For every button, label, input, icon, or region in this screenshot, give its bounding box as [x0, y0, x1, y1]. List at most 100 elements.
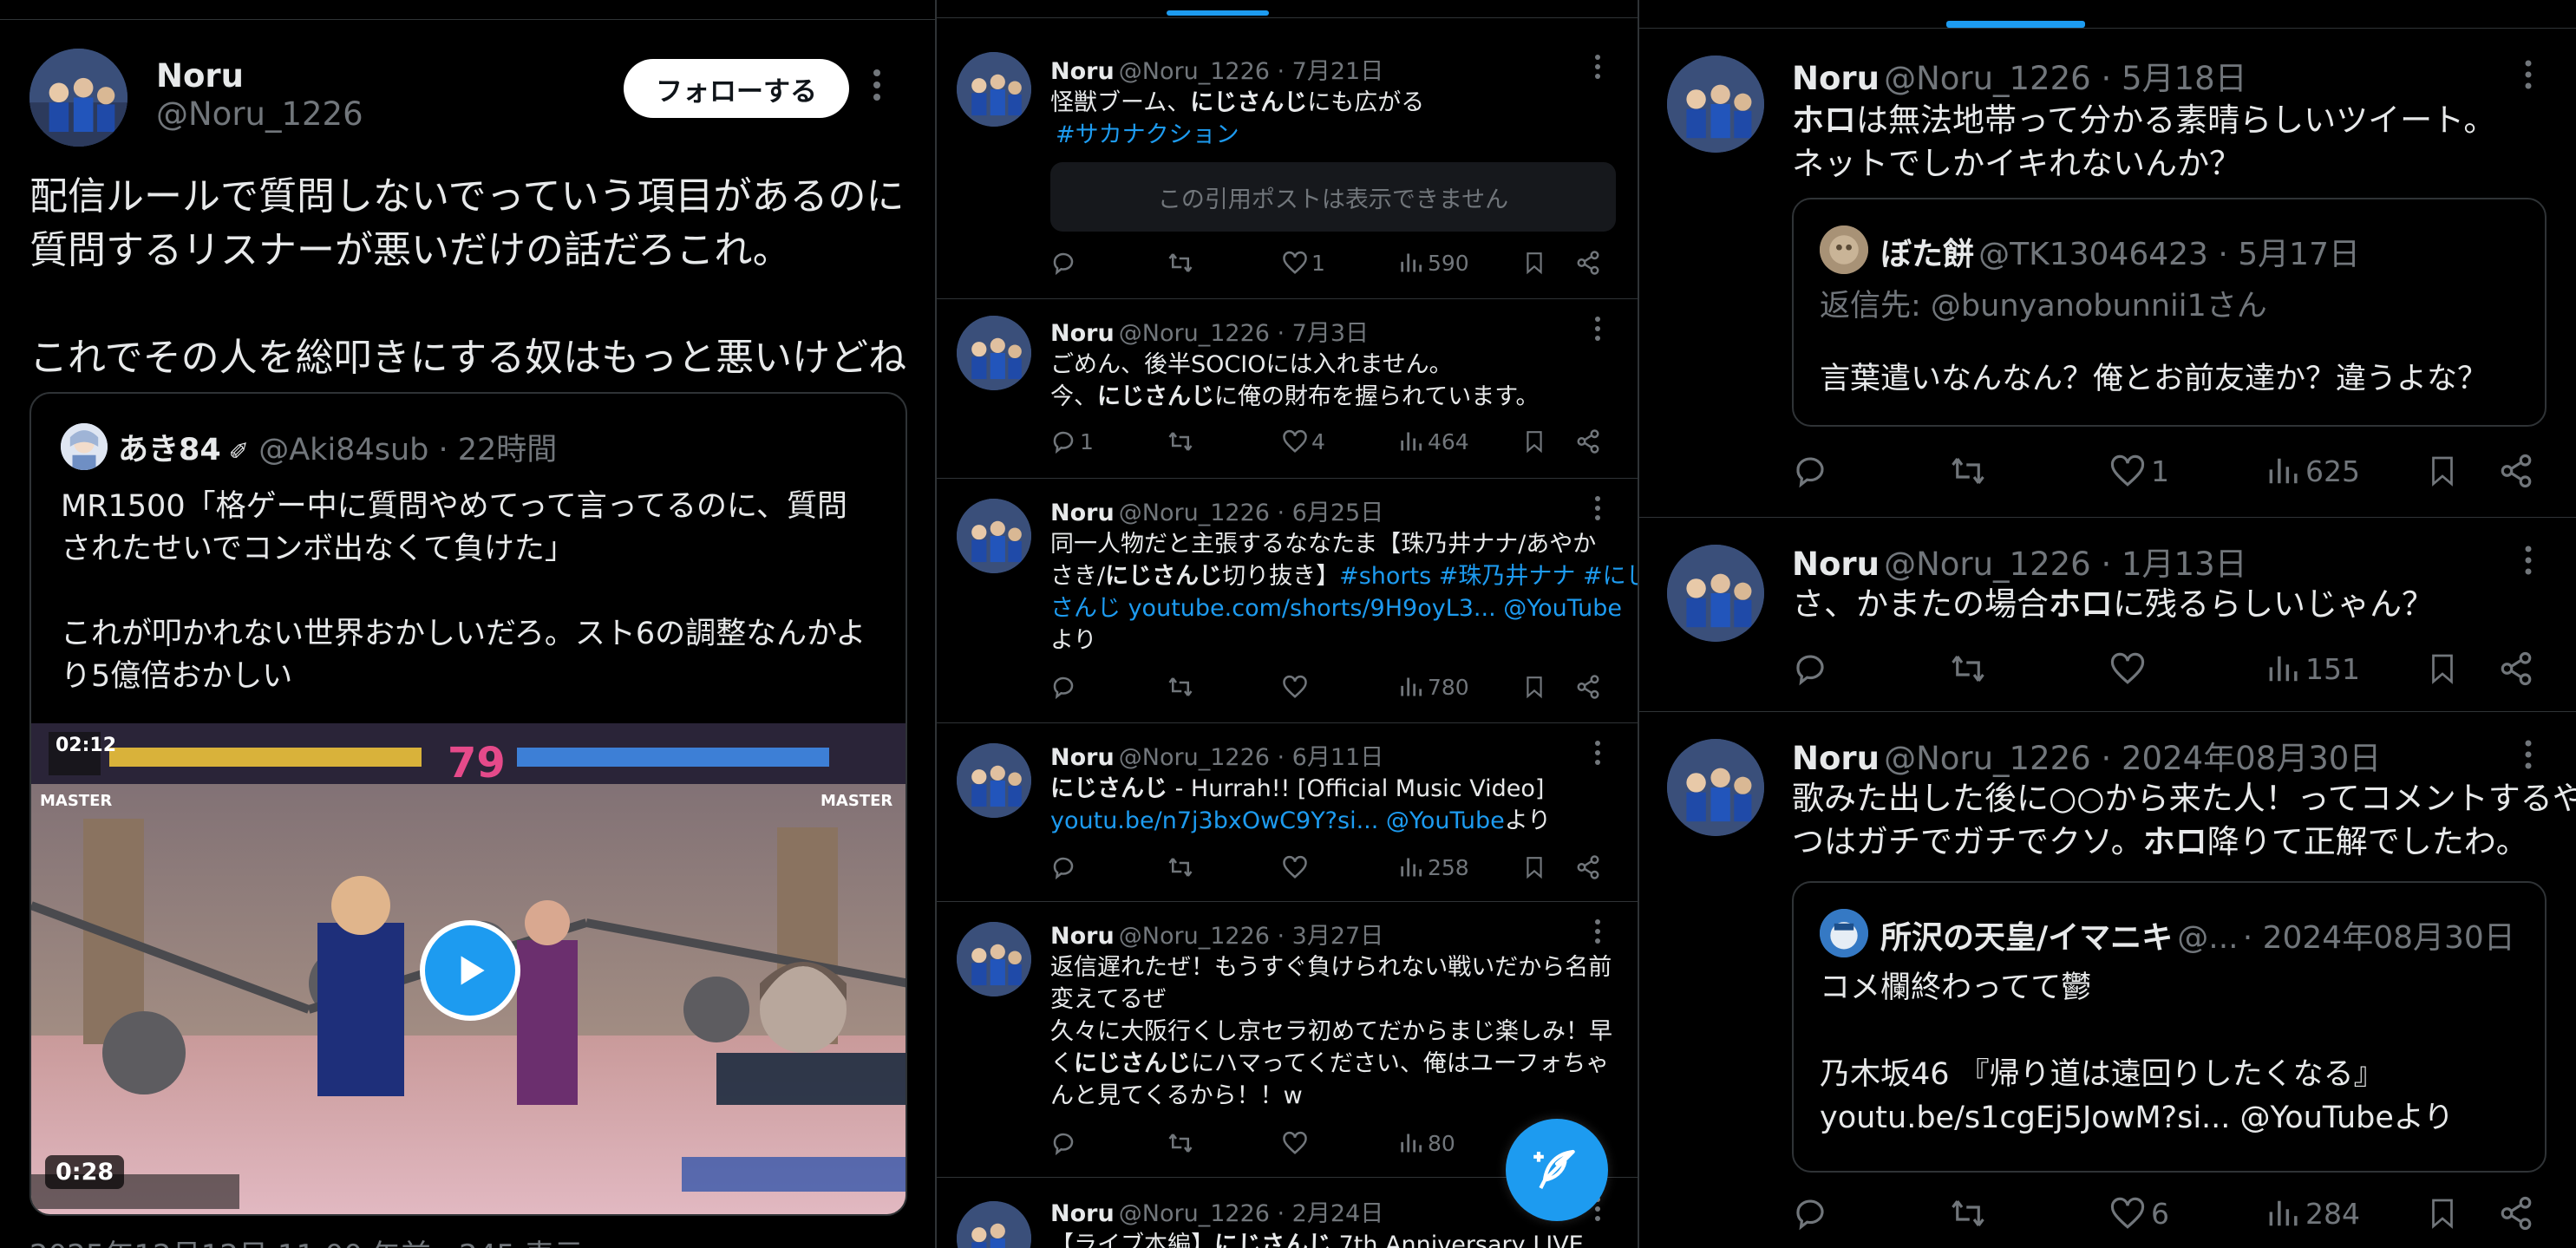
retweet-action[interactable]	[1167, 428, 1194, 454]
post-meta[interactable]: @Noru_1226 · 7月3日	[1119, 320, 1369, 347]
like-action[interactable]: 4	[1282, 428, 1325, 454]
share-action[interactable]	[1575, 428, 1601, 454]
views-action[interactable]: 590	[1398, 250, 1469, 276]
reply-action[interactable]	[1050, 674, 1076, 700]
post[interactable]: Noru @Noru_1226 · 7月3日 ごめん、後半SOCIOには入れませ…	[937, 298, 1638, 478]
reply-to[interactable]: 返信先: @bunyanobunnii1さん	[1820, 281, 2267, 325]
author-name[interactable]: Noru	[1050, 500, 1115, 526]
quote-avatar[interactable]	[1820, 909, 1868, 957]
more-icon[interactable]	[2524, 59, 2533, 97]
quote-author-name[interactable]: ぼた餅	[1880, 237, 1974, 272]
quote-author-meta[interactable]: @Aki84sub · 22時間	[258, 433, 557, 467]
reply-action[interactable]	[1792, 1195, 1828, 1232]
share-action[interactable]	[1575, 250, 1601, 276]
views-action[interactable]: 780	[1398, 674, 1469, 700]
quote-author-name[interactable]: 所沢の天皇/イマニキ	[1880, 920, 2173, 956]
reply-action[interactable]: 1	[1050, 428, 1094, 454]
author-name[interactable]: Noru	[156, 57, 244, 95]
follow-button[interactable]: フォローする	[624, 59, 849, 118]
post-meta[interactable]: @Noru_1226 · 6月25日	[1119, 500, 1383, 526]
author-avatar[interactable]	[29, 49, 127, 147]
like-action[interactable]	[2109, 650, 2146, 687]
retweet-action[interactable]	[1167, 854, 1194, 880]
like-action[interactable]	[1282, 1130, 1308, 1156]
bookmark-action[interactable]	[2427, 1195, 2458, 1232]
more-icon[interactable]	[2524, 739, 2533, 777]
avatar[interactable]	[957, 316, 1031, 390]
like-action[interactable]: 1	[1282, 250, 1325, 276]
avatar[interactable]	[1667, 56, 1764, 153]
reply-action[interactable]	[1050, 250, 1076, 276]
like-action[interactable]	[1282, 854, 1308, 880]
avatar[interactable]	[957, 499, 1031, 573]
views-action[interactable]: 625	[2265, 453, 2360, 489]
link-text[interactable]: さんじ youtube.com/shorts/9H9oyL3... @YouTu…	[1050, 592, 1638, 624]
author-handle[interactable]: @Noru_1226	[156, 95, 363, 133]
post[interactable]: Noru @Noru_1226 · 2024年08月30日 歌みた出した後に○○…	[1639, 711, 2576, 1248]
views-action[interactable]: 464	[1398, 428, 1469, 454]
bookmark-action[interactable]	[1523, 250, 1546, 276]
share-action[interactable]	[2498, 1195, 2534, 1232]
avatar[interactable]	[957, 743, 1031, 818]
post-meta[interactable]: @Noru_1226 · 7月21日	[1119, 58, 1383, 85]
hashtag-link[interactable]: #サカナクション	[1050, 119, 1424, 151]
like-action[interactable]	[1282, 674, 1308, 700]
author-name[interactable]: Noru	[1050, 1200, 1115, 1227]
hashtag-link[interactable]: #shorts #珠乃井ナナ #にじ	[1339, 563, 1638, 590]
avatar[interactable]	[1667, 545, 1764, 642]
more-icon[interactable]	[1594, 54, 1601, 87]
post-meta[interactable]: @Noru_1226 · 2月24日	[1119, 1200, 1383, 1227]
bookmark-action[interactable]	[1523, 854, 1546, 880]
more-icon[interactable]	[1594, 495, 1601, 528]
post[interactable]: Noru @Noru_1226 · 7月21日 怪獣ブーム、にじさんじにも広がる…	[937, 17, 1638, 298]
avatar[interactable]	[957, 922, 1031, 996]
post-meta[interactable]: @Noru_1226 · 6月11日	[1119, 744, 1383, 771]
author-name[interactable]: Noru	[1792, 60, 1880, 97]
bookmark-action[interactable]	[2427, 650, 2458, 687]
bookmark-action[interactable]	[2427, 453, 2458, 489]
views-action[interactable]: 284	[2265, 1195, 2360, 1232]
retweet-action[interactable]	[1167, 250, 1194, 276]
post-meta[interactable]: @Noru_1226 · 1月13日	[1884, 546, 2247, 583]
share-action[interactable]	[2498, 650, 2534, 687]
quoted-post[interactable]: ぼた餅 @TK13046423 · 5月17日 返信先: @bunyanobun…	[1792, 198, 2547, 427]
bookmark-action[interactable]	[1523, 428, 1546, 454]
more-icon[interactable]	[1594, 316, 1601, 349]
link-text[interactable]: youtu.be/n7j3bxOwC9Y?si... @YouTube	[1050, 807, 1505, 834]
quote-avatar[interactable]	[61, 423, 108, 470]
post[interactable]: Noru @Noru_1226 · 6月11日 にじさんじ - Hurrah!!…	[937, 722, 1638, 901]
share-action[interactable]	[1575, 674, 1601, 700]
reply-action[interactable]	[1050, 1130, 1076, 1156]
post-meta[interactable]: @Noru_1226 · 5月18日	[1884, 60, 2247, 97]
retweet-action[interactable]	[1167, 674, 1194, 700]
author-name[interactable]: Noru	[1050, 744, 1115, 771]
reply-action[interactable]	[1050, 854, 1076, 880]
post[interactable]: Noru @Noru_1226 · 1月13日 さ、かまたの場合ホロに残るらしい…	[1639, 517, 2576, 711]
avatar[interactable]	[957, 1201, 1031, 1248]
like-action[interactable]: 1	[2109, 453, 2169, 489]
author-name[interactable]: Noru	[1050, 320, 1115, 347]
reply-action[interactable]	[1792, 650, 1828, 687]
quote-author-meta[interactable]: @TK13046423 · 5月17日	[1978, 237, 2360, 272]
more-icon[interactable]	[873, 68, 899, 102]
quote-date[interactable]: · 2024年08月30日	[2243, 920, 2515, 956]
avatar[interactable]	[957, 52, 1031, 127]
quote-author-name[interactable]: あき84	[118, 433, 221, 467]
views-action[interactable]: 80	[1398, 1130, 1455, 1156]
avatar[interactable]	[1667, 739, 1764, 836]
post-meta[interactable]: @Noru_1226 · 2024年08月30日	[1884, 740, 2381, 777]
author-name[interactable]: Noru	[1792, 740, 1880, 777]
quoted-post[interactable]: あき84 ✐ @Aki84sub · 22時間 MR1500「格ゲー中に質問やめ…	[29, 392, 907, 1216]
like-action[interactable]: 6	[2109, 1195, 2169, 1232]
compose-button[interactable]	[1506, 1119, 1608, 1221]
author-name[interactable]: Noru	[1792, 546, 1880, 583]
author-name[interactable]: Noru	[1050, 58, 1115, 85]
post[interactable]: Noru @Noru_1226 · 6月25日 同一人物だと主張するななたま【珠…	[937, 478, 1638, 722]
views-action[interactable]: 258	[1398, 854, 1469, 880]
post[interactable]: Noru @Noru_1226 · 5月18日 ホロは無法地帯って分かる素晴らし…	[1639, 28, 2576, 517]
more-icon[interactable]	[1594, 740, 1601, 773]
more-icon[interactable]	[2524, 545, 2533, 583]
bookmark-action[interactable]	[1523, 674, 1546, 700]
quote-author-handle[interactable]: @...	[2177, 920, 2238, 956]
reply-action[interactable]	[1792, 453, 1828, 489]
